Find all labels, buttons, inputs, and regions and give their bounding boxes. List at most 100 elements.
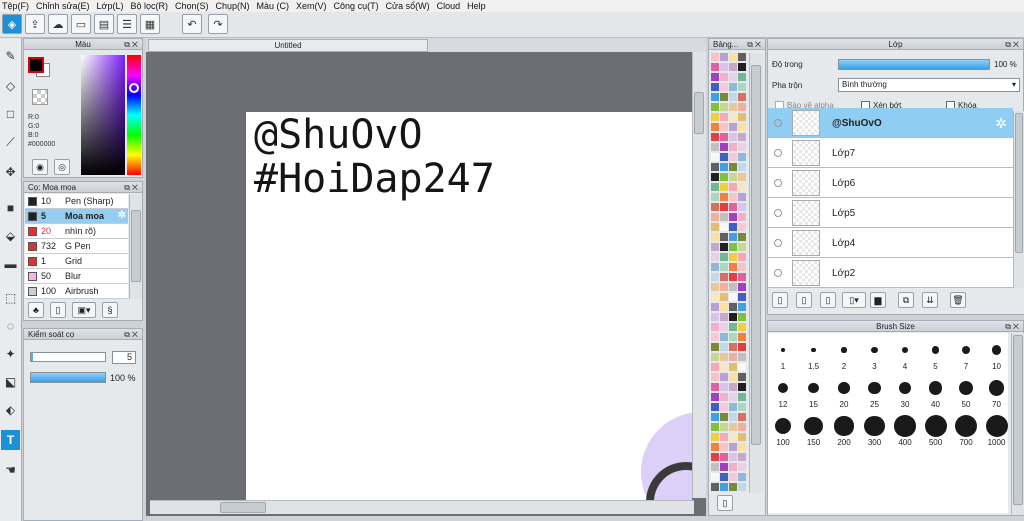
palette-swatch[interactable] [738,223,746,231]
palette-swatch[interactable] [711,423,719,431]
eyedropper-icon[interactable]: ⟋ [1,132,20,152]
palette-swatch[interactable] [738,183,746,191]
palette-swatch[interactable] [711,193,719,201]
palette-swatch[interactable] [729,323,737,331]
palette-swatch[interactable] [729,333,737,341]
palette-swatch[interactable] [738,103,746,111]
palette-swatch[interactable] [729,293,737,301]
brush-size-dot[interactable] [841,347,847,353]
menu-item[interactable]: Công cụ(T) [332,1,384,11]
panel-controls-icon[interactable]: ⧉✕ [124,183,140,193]
palette-swatch[interactable] [720,393,728,401]
palette-swatch[interactable] [711,393,719,401]
palette-swatch[interactable] [729,313,737,321]
palette-swatch[interactable] [711,173,719,181]
palette-swatch[interactable] [711,113,719,121]
panel-controls-icon[interactable]: ⧉✕ [124,330,140,340]
brush-size-dot[interactable] [774,417,792,435]
palette-swatch[interactable] [729,373,737,381]
new-vector-layer-icon[interactable]: ▯ [820,292,836,308]
palette-swatch[interactable] [720,433,728,441]
menu-item[interactable]: Chụp(N) [214,1,255,11]
undo-icon[interactable]: ↶ [182,14,202,34]
gradient-icon[interactable]: ▬ [1,254,20,274]
menu-item[interactable]: Lớp(L) [95,1,129,11]
brush-item[interactable]: 100 Airbrush [25,284,128,299]
palette-swatch[interactable] [738,133,746,141]
palette-swatch[interactable] [720,403,728,411]
palette-swatch[interactable] [711,413,719,421]
layer-row[interactable]: Lớp2 [768,258,1013,288]
palette-swatch[interactable] [729,143,737,151]
palette-swatch[interactable] [720,203,728,211]
palette-swatch[interactable] [711,303,719,311]
hue-handle[interactable] [129,83,139,93]
visibility-icon[interactable] [774,239,782,247]
eraser-icon[interactable]: ◇ [1,76,20,96]
palette-swatch[interactable] [720,193,728,201]
brush-size-dot[interactable] [955,415,977,437]
saturation-value-picker[interactable] [81,55,125,175]
brush-settings-icon[interactable]: § [102,302,118,318]
brush-size-dot[interactable] [958,380,974,396]
palette-swatch[interactable] [738,313,746,321]
palette-swatch[interactable] [738,83,746,91]
brush-list-scrollbar[interactable] [129,194,142,299]
palette-swatch[interactable] [720,173,728,181]
palette-swatch[interactable] [720,343,728,351]
menu-item[interactable]: Cloud [435,1,466,11]
palette-swatch[interactable] [711,83,719,91]
palette-swatch[interactable] [720,103,728,111]
gear-icon[interactable]: ✲ [118,210,126,221]
menu-item[interactable]: Help [465,1,491,11]
palette-swatch[interactable] [738,193,746,201]
palette-swatch[interactable] [711,353,719,361]
menu-item[interactable]: Cửa sổ(W) [384,1,435,11]
brush-size-scrollbar[interactable] [1011,333,1024,515]
palette-swatch[interactable] [711,203,719,211]
palette-swatch[interactable] [729,113,737,121]
palette-swatch[interactable] [720,143,728,151]
palette-page-icon[interactable]: ▯ [717,495,733,511]
palette-swatch[interactable] [720,73,728,81]
palette-swatch[interactable] [720,293,728,301]
palette-swatch[interactable] [711,453,719,461]
palette-swatch[interactable] [711,223,719,231]
blend-mode-select[interactable]: Bình thường ▾ [838,78,1020,92]
palette-swatch[interactable] [720,483,728,491]
palette-swatch[interactable] [738,63,746,71]
brush-size-dot[interactable] [894,415,916,437]
palette-swatch[interactable] [711,63,719,71]
palette-swatch[interactable] [720,163,728,171]
color-history-icon[interactable]: ◎ [54,159,70,175]
lasso-icon[interactable]: ⬚ [1,288,20,308]
palette-swatch[interactable] [729,203,737,211]
brush-opacity-slider[interactable] [30,372,106,383]
palette-swatch[interactable] [720,93,728,101]
palette-swatch[interactable] [729,163,737,171]
brush-size-dot[interactable] [928,381,943,395]
palette-swatch[interactable] [720,413,728,421]
palette-swatch[interactable] [720,213,728,221]
brush-size-dot[interactable] [985,415,1008,437]
palette-swatch[interactable] [738,213,746,221]
visibility-icon[interactable] [774,119,782,127]
document-canvas[interactable]: @ShuOvO #HoiDap247 [246,112,692,500]
palette-swatch[interactable] [711,483,719,491]
palette-swatch[interactable] [720,63,728,71]
list-icon[interactable]: ☰ [117,14,137,34]
text-icon[interactable]: T [1,430,20,450]
palette-grid[interactable] [711,53,747,493]
palette-swatch[interactable] [711,73,719,81]
palette-swatch[interactable] [729,403,737,411]
palette-swatch[interactable] [711,153,719,161]
palette-swatch[interactable] [738,443,746,451]
palette-swatch[interactable] [720,313,728,321]
layer-list-scrollbar[interactable] [1013,111,1024,289]
chat-icon[interactable]: ☁ [48,14,68,34]
palette-swatch[interactable] [738,173,746,181]
palette-swatch[interactable] [720,113,728,121]
palette-swatch[interactable] [711,403,719,411]
palette-swatch[interactable] [729,193,737,201]
brush-item[interactable]: 50 Blur [25,269,128,284]
